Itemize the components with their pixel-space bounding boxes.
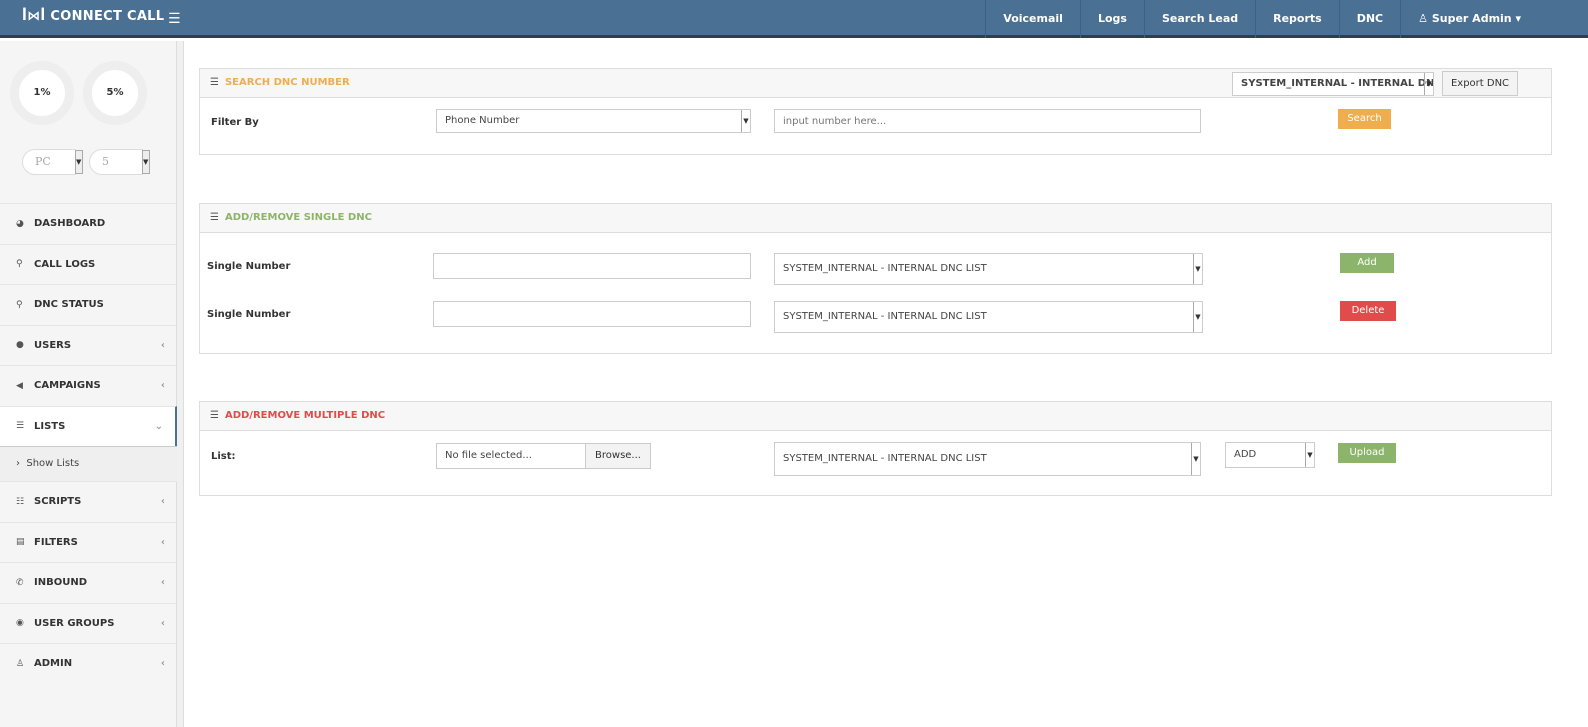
nav-user-menu[interactable]: ♙ Super Admin ▾ [1400, 0, 1538, 38]
sidebar-subitem-show-lists[interactable]: › Show Lists [0, 446, 177, 481]
dashboard-icon: ◕ [16, 218, 24, 229]
sidebar-resize-handle[interactable] [177, 41, 184, 727]
chevron-down-icon: ▼ [1193, 302, 1202, 332]
sidebar: 1% 5% PC ▼ 5 ▼ ◕ DASHBOARD ⚲ CALL LOGS ⚲ DNC … [0, 41, 177, 727]
filter-by-label: Filter By [211, 117, 259, 128]
delete-dnc-list-select[interactable]: SYSTEM_INTERNAL - INTERNAL DNC LIST ▼ [774, 301, 1203, 333]
logo-mark-icon: ꟾ⋈ꟾ [22, 9, 51, 24]
search-dnc-panel: ☰ SEARCH DNC NUMBER SYSTEM_INTERNAL - INT… [199, 68, 1552, 155]
count-select[interactable]: 5 ▼ [89, 149, 150, 175]
filter-by-select[interactable]: Phone Number ▼ [436, 109, 751, 133]
chevron-left-icon: ‹ [160, 617, 165, 629]
nav-reports[interactable]: Reports [1255, 0, 1339, 38]
list-label: List: [211, 451, 236, 462]
chevron-down-icon: ▼ [1193, 254, 1202, 284]
nav-logs[interactable]: Logs [1079, 0, 1144, 38]
single-number-add-input[interactable] [433, 253, 751, 279]
menu-toggle-icon[interactable]: ☰ [168, 11, 181, 27]
menu-icon: ☰ [210, 77, 219, 88]
number-search-input[interactable] [774, 109, 1201, 133]
sidebar-item-dashboard[interactable]: ◕ DASHBOARD [0, 203, 177, 244]
nav-dnc[interactable]: DNC [1338, 0, 1400, 38]
sidebar-item-admin[interactable]: ♙ ADMIN ‹ [0, 643, 177, 684]
add-button[interactable]: Add [1340, 253, 1394, 273]
sidebar-item-inbound[interactable]: ✆ INBOUND ‹ [0, 562, 177, 603]
chevron-down-icon: ▼ [1305, 443, 1314, 467]
chevron-left-icon: ‹ [160, 496, 165, 508]
bullhorn-icon: ◀ [16, 380, 23, 391]
add-dnc-list-select[interactable]: SYSTEM_INTERNAL - INTERNAL DNC LIST ▼ [774, 253, 1203, 285]
nav-search-lead[interactable]: Search Lead [1143, 0, 1255, 38]
user-icon: ● [16, 340, 24, 351]
list-icon: ☰ [16, 421, 25, 432]
list-ul-icon: ☷ [16, 496, 25, 507]
gauge-2: 5% [83, 61, 147, 125]
chevron-left-icon: ‹ [160, 380, 165, 392]
action-select[interactable]: ADD ▼ [1225, 442, 1315, 468]
chevron-down-icon: ▼ [1424, 73, 1433, 95]
file-name-field[interactable]: No file selected... [436, 443, 586, 469]
multiple-dnc-panel: ☰ ADD/REMOVE MULTIPLE DNC List: No file s… [199, 401, 1552, 496]
single-dnc-panel: ☰ ADD/REMOVE SINGLE DNC Single Number SYS… [199, 203, 1552, 354]
dnc-list-select[interactable]: SYSTEM_INTERNAL - INTERNAL DNC LIST▼ [1232, 72, 1434, 96]
phone-icon: ✆ [16, 577, 24, 588]
delete-button[interactable]: Delete [1340, 301, 1396, 321]
menu-icon: ☰ [210, 212, 219, 223]
nav-voicemail[interactable]: Voicemail [985, 0, 1080, 38]
browse-button[interactable]: Browse... [585, 443, 651, 469]
chevron-down-icon: ▼ [142, 150, 150, 174]
top-nav: Voicemail Logs Search Lead Reports DNC ♙… [985, 0, 1538, 38]
app-logo[interactable]: ꟾ⋈ꟾ CONNECT CALL [22, 9, 164, 24]
search-icon: ⚲ [16, 299, 23, 310]
sidebar-item-lists[interactable]: ☰ LISTS ⌄ [0, 405, 177, 446]
single-number-label: Single Number [207, 309, 291, 320]
chevron-left-icon: ‹ [160, 658, 165, 670]
panel-header: ☰ ADD/REMOVE SINGLE DNC [200, 204, 1551, 233]
chevron-left-icon: ‹ [160, 577, 165, 589]
chevron-left-icon: ‹ [160, 536, 165, 548]
users-icon: ◉ [16, 618, 24, 629]
chevron-down-icon: ▼ [75, 150, 83, 174]
sidebar-item-dnc-status[interactable]: ⚲ DNC STATUS [0, 284, 177, 325]
menu-icon: ☰ [210, 410, 219, 421]
sidebar-item-filters[interactable]: ▤ FILTERS ‹ [0, 521, 177, 563]
gauge-1: 1% [10, 61, 74, 125]
chevron-down-icon: ⌄ [154, 420, 163, 432]
sidebar-item-scripts[interactable]: ☷ SCRIPTS ‹ [0, 481, 177, 522]
sidebar-item-campaigns[interactable]: ◀ CAMPAIGNS ‹ [0, 365, 177, 406]
chevron-down-icon: ▼ [741, 110, 750, 132]
upload-button[interactable]: Upload [1338, 443, 1396, 463]
sidebar-item-call-logs[interactable]: ⚲ CALL LOGS [0, 243, 177, 285]
sidebar-item-users[interactable]: ● USERS ‹ [0, 324, 177, 366]
chevron-left-icon: ‹ [160, 339, 165, 351]
single-number-label: Single Number [207, 261, 291, 272]
top-navbar: ꟾ⋈ꟾ CONNECT CALL ☰ Voicemail Logs Search… [0, 0, 1588, 38]
chevron-down-icon: ▼ [1191, 443, 1200, 475]
upload-dnc-list-select[interactable]: SYSTEM_INTERNAL - INTERNAL DNC LIST ▼ [774, 442, 1201, 476]
single-number-delete-input[interactable] [433, 301, 751, 327]
search-button[interactable]: Search [1338, 109, 1391, 129]
sidebar-item-user-groups[interactable]: ◉ USER GROUPS ‹ [0, 602, 177, 644]
admin-icon: ♙ [16, 658, 25, 669]
panel-header: ☰ ADD/REMOVE MULTIPLE DNC [200, 402, 1551, 431]
search-icon: ⚲ [16, 259, 23, 270]
file-icon: ▤ [16, 537, 25, 548]
sidebar-menu: ◕ DASHBOARD ⚲ CALL LOGS ⚲ DNC STATUS ● USERS… [0, 203, 177, 684]
pc-select[interactable]: PC ▼ [22, 149, 83, 175]
export-dnc-button[interactable]: Export DNC [1442, 71, 1518, 96]
